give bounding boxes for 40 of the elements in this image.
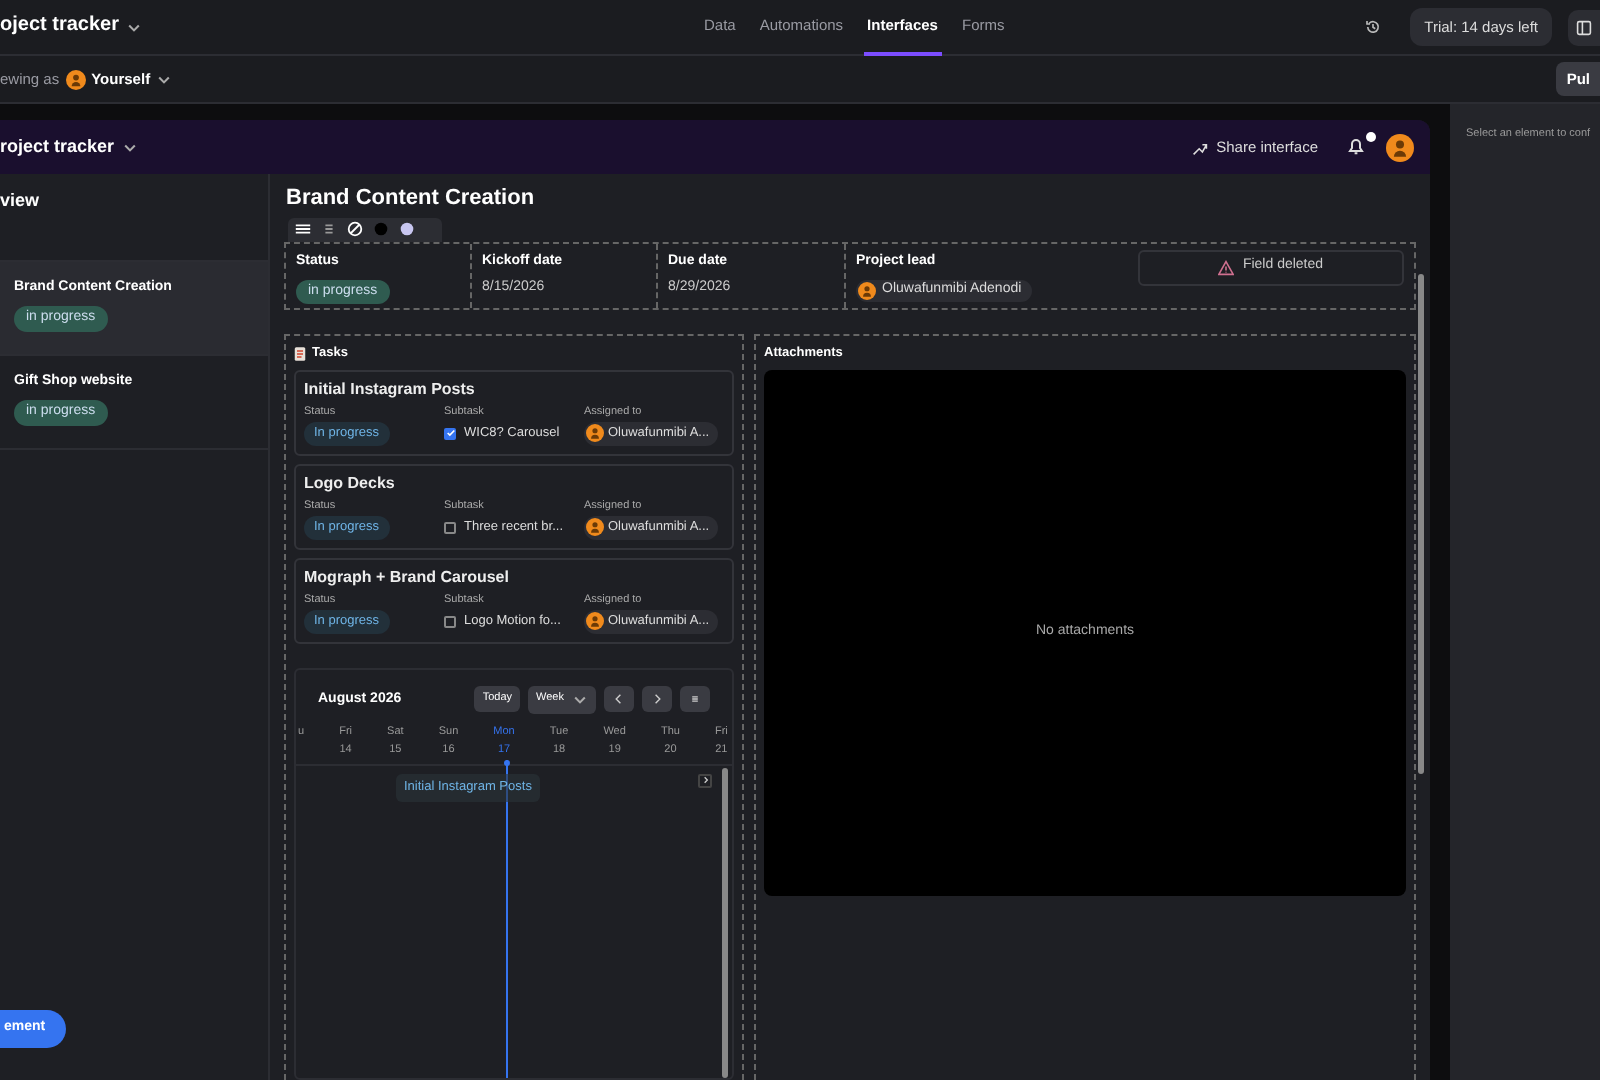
no-fill-icon[interactable] (346, 220, 364, 239)
chevron-down-icon (572, 691, 588, 708)
task-title: Logo Decks (304, 473, 397, 494)
previous-button[interactable] (604, 686, 634, 713)
bell-icon (1346, 135, 1366, 155)
chevron-down-icon (122, 139, 139, 155)
checkbox[interactable] (444, 521, 456, 534)
chevron-down-icon (156, 71, 173, 87)
trend-icon (1192, 139, 1209, 155)
light-swatch-icon[interactable] (398, 220, 416, 239)
rows-icon[interactable] (294, 220, 312, 239)
panel-icon (1576, 19, 1592, 35)
notification-button[interactable] (1346, 135, 1370, 159)
chevron-right-icon (650, 692, 664, 707)
expand-button[interactable] (698, 773, 712, 788)
chevron-right-icon (701, 776, 709, 785)
warning-icon (1218, 259, 1235, 276)
history-icon[interactable] (1364, 18, 1383, 36)
avatar-icon (858, 281, 876, 299)
menu-icon (688, 692, 702, 707)
task-title: Mograph + Brand Carousel (304, 567, 511, 588)
task-title: Initial Instagram Posts (304, 379, 477, 400)
avatar-icon (586, 424, 604, 443)
dark-swatch-icon[interactable] (372, 220, 390, 239)
interface-title[interactable]: roject tracker (0, 135, 139, 159)
next-button[interactable] (642, 686, 672, 713)
avatar-icon (1386, 133, 1414, 161)
chevron-left-icon (612, 692, 626, 707)
chevron-down-icon (126, 19, 143, 35)
checkbox[interactable] (444, 615, 456, 628)
menu-button[interactable] (680, 686, 710, 713)
note-icon (294, 345, 306, 362)
avatar-icon (586, 518, 604, 537)
avatar-icon (65, 69, 86, 89)
record-title: Brand Content Creation (284, 184, 537, 214)
layout-button[interactable] (1568, 9, 1600, 45)
check-icon (445, 428, 455, 439)
project-title[interactable]: oject tracker (0, 14, 143, 40)
avatar-icon (586, 612, 604, 631)
sidebar-heading: view (0, 188, 42, 214)
